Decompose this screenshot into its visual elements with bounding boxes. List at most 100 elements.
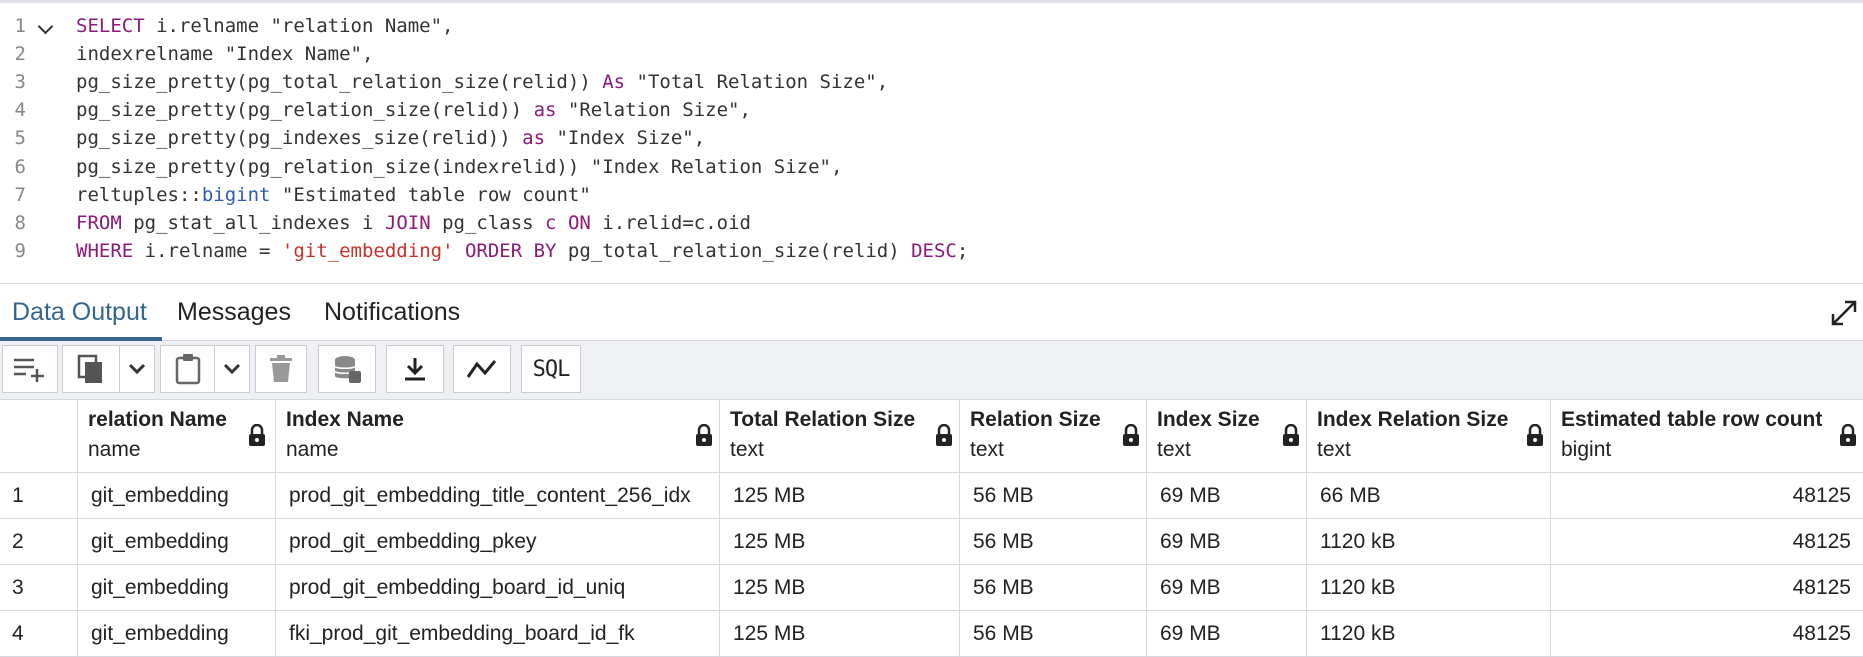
code-token: WHERE: [76, 239, 134, 262]
code-line[interactable]: 8 FROM pg_stat_all_indexes i JOIN pg_clas…: [0, 209, 1863, 237]
code-token: pg_size_pretty(pg_relation_size(indexrel…: [76, 155, 843, 178]
graph-icon: [466, 360, 497, 378]
column-header[interactable]: Estimated table row count bigint: [1550, 400, 1863, 472]
table-cell[interactable]: 1120 kB: [1306, 565, 1550, 610]
column-header[interactable]: relation Name name: [77, 400, 275, 472]
lock-icon: [249, 424, 265, 446]
table-cell[interactable]: 125 MB: [719, 565, 959, 610]
row-number[interactable]: 2: [12, 519, 24, 564]
table-cell[interactable]: 125 MB: [719, 611, 959, 656]
row-number[interactable]: 4: [12, 611, 24, 656]
table-cell[interactable]: 48125: [1550, 565, 1863, 610]
column-name: Total Relation Size: [730, 408, 916, 431]
table-row[interactable]: 2 git_embedding prod_git_embedding_pkey 125…: [0, 519, 1863, 565]
code-line[interactable]: 6 pg_size_pretty(pg_relation_size(indexre…: [0, 153, 1863, 181]
code-token: DESC: [911, 239, 957, 262]
row-number[interactable]: 3: [12, 565, 24, 610]
table-cell[interactable]: 56 MB: [959, 565, 1146, 610]
graph-visualiser-button[interactable]: [453, 345, 511, 393]
code-line[interactable]: 3 pg_size_pretty(pg_total_relation_size(r…: [0, 68, 1863, 96]
code-line[interactable]: 2 indexrelname "Index Name",: [0, 40, 1863, 68]
paste-button[interactable]: [160, 345, 216, 393]
chevron-down-icon: [128, 363, 146, 375]
code-token: i.relname =: [133, 239, 282, 262]
table-row[interactable]: 1 git_embedding prod_git_embedding_title_c…: [0, 473, 1863, 519]
row-number[interactable]: 1: [12, 473, 24, 518]
column-header[interactable]: Index Relation Size text: [1306, 400, 1550, 472]
column-header[interactable]: Total Relation Size text: [719, 400, 959, 472]
column-header[interactable]: Index Size text: [1146, 400, 1306, 472]
table-cell[interactable]: prod_git_embedding_pkey: [275, 519, 719, 564]
result-toolbar: SQL: [0, 341, 1863, 400]
code-token: SELECT: [76, 15, 145, 37]
table-cell[interactable]: 69 MB: [1146, 611, 1306, 656]
lock-icon: [1527, 424, 1543, 446]
code-token: i.relname "relation Name",: [144, 15, 454, 37]
tab-notifications[interactable]: Notifications: [312, 284, 472, 340]
tab-data-output[interactable]: Data Output: [0, 284, 159, 340]
code-text: pg_size_pretty(pg_relation_size(relid)) …: [76, 96, 751, 124]
chevron-down-icon: [223, 363, 241, 375]
copy-button[interactable]: [62, 345, 120, 393]
table-cell[interactable]: git_embedding: [77, 611, 275, 656]
line-number: 1: [14, 15, 26, 37]
column-name: relation Name: [88, 408, 227, 431]
code-line[interactable]: 7 reltuples::bigint "Estimated table row …: [0, 181, 1863, 209]
table-cell[interactable]: 56 MB: [959, 519, 1146, 564]
code-text: reltuples::bigint "Estimated table row c…: [76, 181, 591, 209]
column-type: text: [1317, 438, 1351, 461]
table-cell[interactable]: prod_git_embedding_title_content_256_idx: [275, 473, 719, 518]
table-cell[interactable]: fki_prod_git_embedding_board_id_fk: [275, 611, 719, 656]
column-name: Index Size: [1157, 408, 1260, 431]
table-cell[interactable]: git_embedding: [77, 473, 275, 518]
expand-icon[interactable]: [1829, 298, 1859, 328]
table-cell[interactable]: 69 MB: [1146, 473, 1306, 518]
lock-icon: [1840, 424, 1856, 446]
table-cell[interactable]: 1120 kB: [1306, 611, 1550, 656]
table-row[interactable]: 3 git_embedding prod_git_embedding_board_i…: [0, 565, 1863, 611]
table-cell[interactable]: 69 MB: [1146, 519, 1306, 564]
table-cell[interactable]: 56 MB: [959, 611, 1146, 656]
column-header[interactable]: Relation Size text: [959, 400, 1146, 472]
column-type: name: [286, 438, 339, 461]
table-cell[interactable]: 48125: [1550, 611, 1863, 656]
sql-editor[interactable]: 1 SELECT i.relname "relation Name", 2 index…: [0, 0, 1863, 284]
table-cell[interactable]: 48125: [1550, 473, 1863, 518]
column-header[interactable]: Index Name name: [275, 400, 719, 472]
table-cell[interactable]: 1120 kB: [1306, 519, 1550, 564]
delete-button[interactable]: [255, 345, 307, 393]
column-type: bigint: [1561, 438, 1612, 461]
table-cell[interactable]: 66 MB: [1306, 473, 1550, 518]
delete-icon: [270, 355, 292, 382]
fold-chevron-icon[interactable]: [37, 18, 54, 35]
table-cell[interactable]: 48125: [1550, 519, 1863, 564]
column-name: Index Relation Size: [1317, 408, 1509, 431]
line-number: 4: [14, 99, 26, 122]
paste-options-dropdown[interactable]: [214, 345, 250, 393]
tab-messages[interactable]: Messages: [165, 284, 303, 340]
sql-button[interactable]: SQL: [521, 345, 581, 393]
table-cell[interactable]: 69 MB: [1146, 565, 1306, 610]
code-line[interactable]: 4 pg_size_pretty(pg_relation_size(relid))…: [0, 96, 1863, 124]
table-cell[interactable]: 56 MB: [959, 473, 1146, 518]
download-button[interactable]: [386, 345, 444, 393]
table-row[interactable]: 4 git_embedding fki_prod_git_embedding_boa…: [0, 611, 1863, 657]
code-line[interactable]: 5 pg_size_pretty(pg_indexes_size(relid)) …: [0, 124, 1863, 152]
code-text: SELECT i.relname "relation Name",: [76, 12, 454, 40]
line-number: 5: [14, 127, 26, 150]
table-cell[interactable]: git_embedding: [77, 565, 275, 610]
copy-options-dropdown[interactable]: [119, 345, 155, 393]
code-token: pg_size_pretty(pg_relation_size(relid)): [76, 99, 534, 122]
save-data-button[interactable]: [318, 345, 376, 393]
code-line[interactable]: 9 WHERE i.relname = 'git_embedding' ORDER…: [0, 237, 1863, 265]
table-cell[interactable]: git_embedding: [77, 519, 275, 564]
table-cell[interactable]: 125 MB: [719, 519, 959, 564]
code-line[interactable]: 1 SELECT i.relname "relation Name",: [0, 12, 1863, 40]
code-token: "Relation Size",: [556, 99, 751, 122]
table-cell[interactable]: prod_git_embedding_board_id_uniq: [275, 565, 719, 610]
code-token: i.relid=c.oid: [590, 211, 751, 234]
result-tabs: Data Output Messages Notifications: [0, 284, 1863, 341]
table-cell[interactable]: 125 MB: [719, 473, 959, 518]
add-row-button[interactable]: [2, 345, 58, 393]
code-token: pg_stat_all_indexes i: [121, 211, 385, 234]
